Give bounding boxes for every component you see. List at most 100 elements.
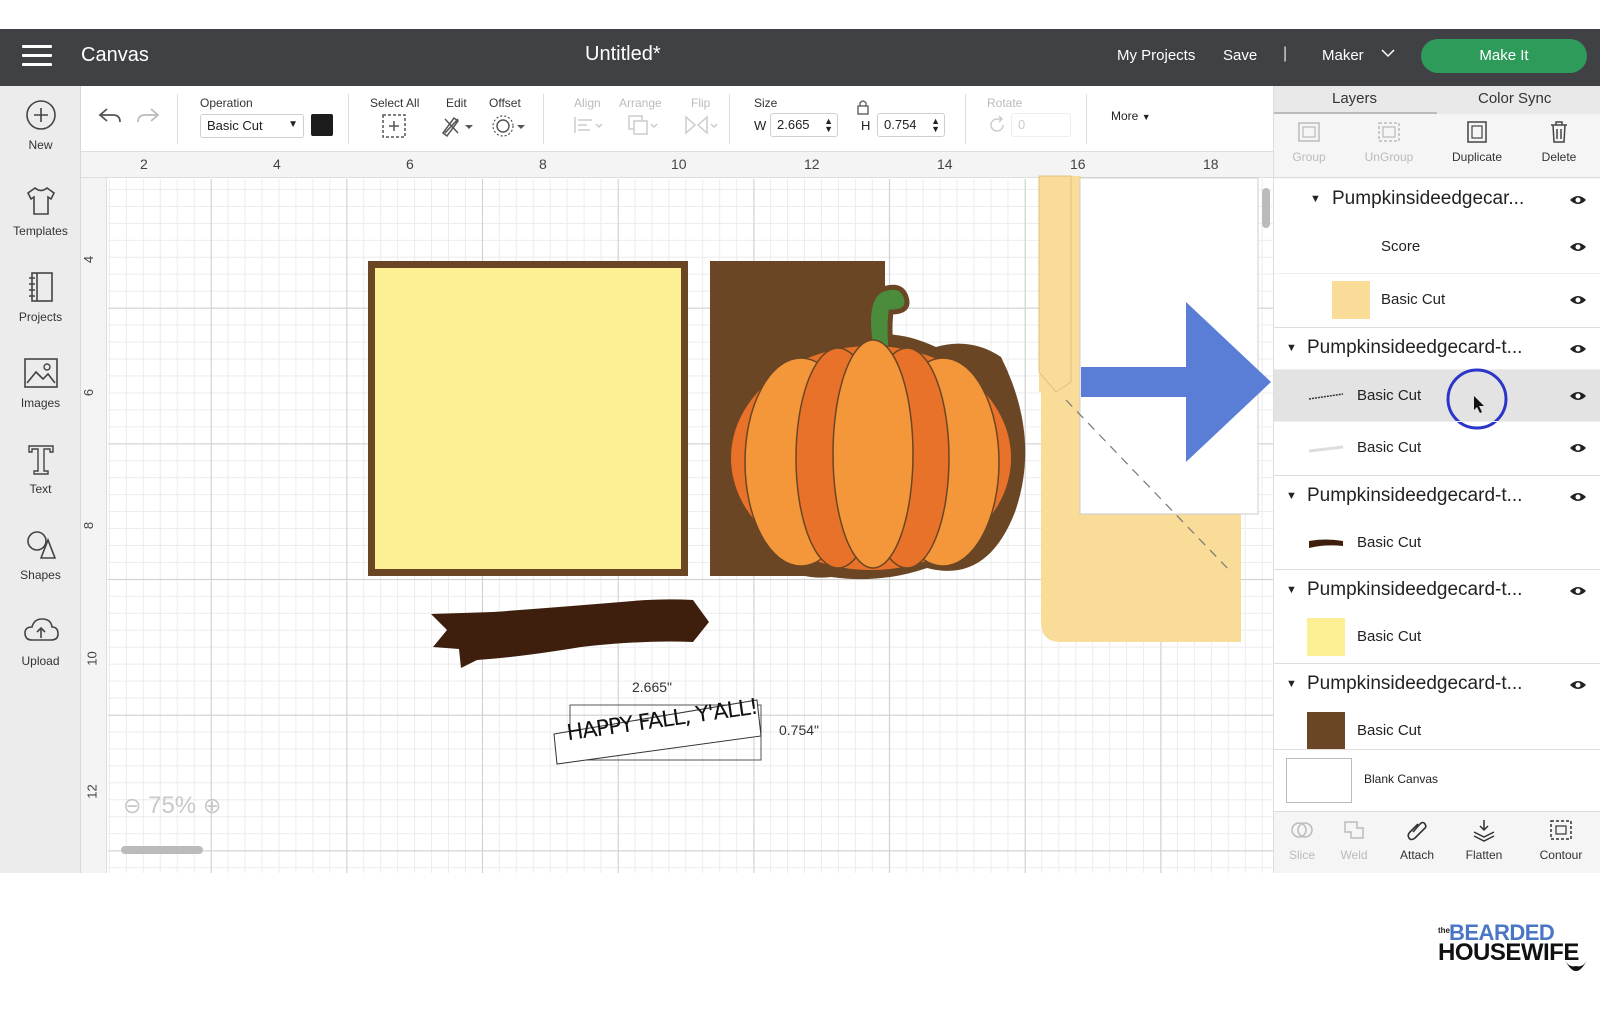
edit-tools-icon[interactable] [440,113,474,139]
layer-group[interactable]: ▼ Pumpkinsideedgecar... [1274,179,1600,221]
layer-group-name: Pumpkinsideedgecard-t... [1307,673,1523,694]
operation-label: Operation [200,96,253,110]
layer-item[interactable]: Basic Cut [1274,517,1600,569]
eye-icon[interactable] [1569,585,1587,597]
layer-item[interactable]: Score [1274,221,1600,273]
offset-icon[interactable] [491,113,525,139]
yellow-panel [375,268,681,569]
cloud-upload-icon [23,618,59,641]
save-button[interactable]: Save [1223,47,1257,64]
eye-icon[interactable] [1569,294,1587,306]
sidebar-item-images[interactable]: Images [0,356,81,410]
eye-icon[interactable] [1569,343,1587,355]
eye-icon[interactable] [1569,679,1587,691]
eye-icon[interactable] [1569,194,1587,206]
stepper-icon[interactable]: ▲ ▼ [824,117,833,134]
logo-line2: HOUSEWIFE [1438,939,1579,966]
more-button[interactable]: More ▼ [1111,109,1151,123]
vertical-scrollbar[interactable] [1262,188,1270,228]
collapse-triangle-icon[interactable]: ▼ [1286,342,1297,354]
blank-canvas-swatch[interactable] [1286,758,1352,803]
caret-down-icon: ▼ [1141,112,1151,122]
layer-item-selected[interactable]: Basic Cut [1274,368,1600,430]
sidebar-label: Templates [13,224,68,238]
select-all-icon[interactable] [381,113,407,139]
layer-swatch [1307,377,1345,415]
collapse-triangle-icon[interactable]: ▼ [1286,490,1297,502]
redo-icon[interactable] [135,104,161,128]
layer-swatch [1332,228,1370,266]
material-color-swatch[interactable] [311,114,333,136]
collapse-triangle-icon[interactable]: ▼ [1286,584,1297,596]
flatten-button[interactable]: Flatten [1449,818,1519,862]
layer-group[interactable]: ▼ Pumpkinsideedgecard-t... [1274,569,1600,611]
ungroup-button: UnGroup [1354,120,1424,164]
duplicate-button[interactable]: Duplicate [1442,120,1512,164]
blank-canvas-row[interactable]: Blank Canvas [1274,749,1600,811]
layer-group[interactable]: ▼ Pumpkinsideedgecard-t... [1274,663,1600,705]
height-dimension: 0.754" [779,722,820,738]
menu-icon[interactable] [22,45,52,67]
eye-icon[interactable] [1569,390,1587,402]
eye-icon[interactable] [1569,491,1587,503]
layer-group[interactable]: ▼ Pumpkinsideedgecard-t... [1274,475,1600,517]
zoom-in-icon[interactable]: ⊕ [203,793,221,818]
group-icon [1298,122,1320,142]
select-all-label: Select All [370,96,420,110]
eye-icon[interactable] [1569,241,1587,253]
contour-icon [1550,820,1572,840]
rotate-icon [990,115,1004,132]
layer-swatch [1332,281,1370,319]
layer-actions: Group UnGroup Duplicate Delete [1274,114,1600,178]
lock-icon[interactable] [856,99,870,115]
operation-select[interactable]: Basic Cut ▼ [200,114,304,138]
undo-icon[interactable] [97,104,123,128]
layer-item[interactable]: Basic Cut [1274,421,1600,473]
plus-circle-icon [25,100,56,130]
make-it-button[interactable]: Make It [1421,39,1587,73]
sidebar-item-templates[interactable]: Templates [0,184,81,238]
layer-item[interactable]: Basic Cut [1274,273,1600,325]
attach-button[interactable]: Attach [1382,818,1452,862]
width-input[interactable]: 2.665 ▲ ▼ [770,113,838,137]
horizontal-scrollbar[interactable] [121,846,203,854]
tab-layers[interactable]: Layers [1332,90,1377,107]
layer-swatch [1307,524,1345,562]
collapse-triangle-icon[interactable]: ▼ [1286,678,1297,690]
duplicate-icon [1467,121,1487,143]
divider [177,94,178,144]
pumpkin-segment [832,339,914,569]
document-title[interactable]: Untitled* [585,43,661,66]
sidebar-item-new[interactable]: New [0,98,81,152]
eye-icon[interactable] [1569,442,1587,454]
delete-button[interactable]: Delete [1524,120,1594,164]
height-input[interactable]: 0.754 ▲ ▼ [877,113,945,137]
layer-name: Basic Cut [1357,628,1422,645]
sidebar-item-text[interactable]: Text [0,442,81,496]
zoom-control[interactable]: ⊖ 75% ⊕ [123,792,221,820]
layer-name: Score [1381,238,1421,255]
sidebar-item-projects[interactable]: Projects [0,270,81,324]
beard-icon [1565,960,1587,971]
ungroup-icon [1378,122,1400,142]
tab-color-sync[interactable]: Color Sync [1478,90,1551,107]
chevron-down-icon[interactable] [1380,45,1396,64]
group-label: Group [1292,150,1326,164]
layer-item[interactable]: Basic Cut [1274,611,1600,663]
collapse-triangle-icon[interactable]: ▼ [1310,193,1321,205]
ungroup-label: UnGroup [1364,150,1414,164]
my-projects-link[interactable]: My Projects [1117,47,1195,64]
sidebar-label: Text [29,482,52,496]
design-canvas[interactable]: 2 4 6 8 10 12 14 16 18 4 6 8 10 12 HAPPY… [81,152,1273,873]
arrange-label: Arrange [619,96,662,110]
machine-select[interactable]: Maker [1322,47,1364,64]
sidebar-item-upload[interactable]: Upload [0,614,81,668]
layer-group[interactable]: ▼ Pumpkinsideedgecard-t... [1274,327,1600,369]
stepper-icon[interactable]: ▲ ▼ [931,117,940,134]
zoom-out-icon[interactable]: ⊖ [123,793,141,818]
sidebar-item-shapes[interactable]: Shapes [0,528,81,582]
flip-label: Flip [691,96,711,110]
layer-swatch [1307,429,1345,467]
weld-button: Weld [1324,818,1384,862]
contour-button[interactable]: Contour [1526,818,1596,862]
